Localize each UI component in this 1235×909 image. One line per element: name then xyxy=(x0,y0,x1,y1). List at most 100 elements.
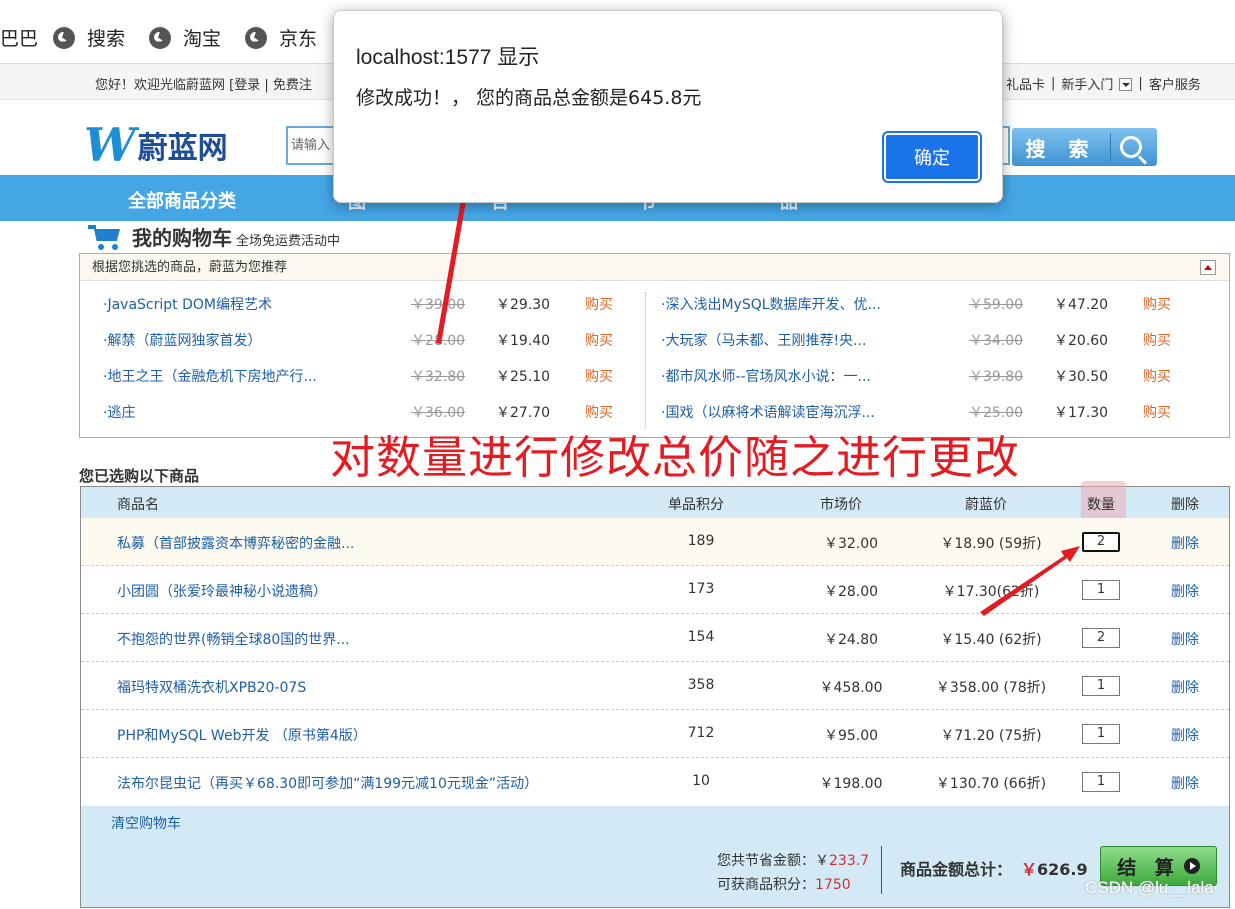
recommend-price: ￥20.60 xyxy=(1054,333,1109,349)
bookmark-search[interactable]: 搜索 xyxy=(53,24,125,51)
recommend-buy-link[interactable]: 购买 xyxy=(585,331,613,351)
savings-line: 您共节省金额：￥233.7 xyxy=(717,850,869,870)
divider xyxy=(881,846,882,894)
search-button[interactable]: 搜 索 xyxy=(1012,128,1157,166)
recommend-price: ￥27.70 xyxy=(496,405,551,421)
delete-link[interactable]: 删除 xyxy=(1171,533,1199,553)
recommend-buy-link[interactable]: 购买 xyxy=(1143,295,1171,315)
dialog-ok-button[interactable]: 确定 xyxy=(882,131,982,183)
bookmark-1[interactable]: 巴巴 xyxy=(0,24,38,51)
recommend-buy-link[interactable]: 购买 xyxy=(585,295,613,315)
delete-link[interactable]: 删除 xyxy=(1171,773,1199,793)
play-arrow-icon xyxy=(1183,858,1200,874)
currency-symbol: ￥ xyxy=(1021,860,1038,879)
recommend-item-name[interactable]: ·大玩家（马未都、王刚推荐!央... xyxy=(661,331,866,351)
newbie-guide-link[interactable]: 新手入门 xyxy=(1061,74,1113,93)
site-logo[interactable]: W 蔚蓝网 xyxy=(84,118,264,172)
weilan-price: ￥358.00 (78折) xyxy=(935,680,1047,696)
recommend-buy-link[interactable]: 购买 xyxy=(585,367,613,387)
cart-row: 法布尔昆虫记（再买￥68.30即可参加“满199元减10元现金”活动） 10 ￥… xyxy=(81,758,1229,806)
recommend-old-price: ￥28.00 xyxy=(411,333,466,349)
weilan-price: ￥130.70 (66折) xyxy=(935,776,1047,792)
cart-row: 小团圆（张爱玲最神秘小说遗稿） 173 ￥28.00 ￥17.30(62折) 1… xyxy=(81,566,1229,614)
product-points: 10 xyxy=(692,773,710,789)
quantity-input[interactable]: 1 xyxy=(1082,580,1120,600)
recommend-item-name[interactable]: ·都市风水师--官场风水小说：一... xyxy=(661,367,871,387)
product-name[interactable]: 私募（首部披露资本博弈秘密的金融... xyxy=(117,533,354,553)
recommend-item-name[interactable]: ·国戏（以麻将术语解读宦海沉浮... xyxy=(661,403,875,423)
cart-row: PHP和MySQL Web开发 （原书第4版） 712 ￥95.00 ￥71.2… xyxy=(81,710,1229,758)
collapse-toggle-icon[interactable] xyxy=(1200,260,1216,275)
globe-icon xyxy=(53,26,75,49)
product-name[interactable]: 不抱怨的世界(畅销全球80国的世界... xyxy=(117,629,350,649)
recommend-item-name[interactable]: ·逃庄 xyxy=(103,403,135,423)
recommend-panel: 根据您挑选的商品，蔚蓝为您推荐 ·JavaScript DOM编程艺术 ￥39.… xyxy=(79,253,1230,438)
header-market: 市场价 xyxy=(820,497,862,513)
weilan-price: ￥17.30(62折) xyxy=(942,584,1040,600)
selected-items-title: 您已选购以下商品 xyxy=(79,467,200,485)
all-categories[interactable]: 全部商品分类 xyxy=(128,187,236,213)
separator: | xyxy=(1051,76,1056,91)
recommend-item: ·都市风水师--官场风水小说：一... ￥39.80 ￥30.50 购买 xyxy=(661,367,1221,387)
bookmark-label: 搜索 xyxy=(87,28,126,50)
quantity-input[interactable]: 1 xyxy=(1082,772,1120,792)
customer-service-link[interactable]: 客户服务 xyxy=(1149,74,1201,93)
cart-footer: 清空购物车 您共节省金额：￥233.7 可获商品积分：1750 商品金额总计： … xyxy=(81,806,1229,907)
product-name[interactable]: 法布尔昆虫记（再买￥68.30即可参加“满199元减10元现金”活动） xyxy=(117,773,538,793)
recommend-item: ·国戏（以麻将术语解读宦海沉浮... ￥25.00 ￥17.30 购买 xyxy=(661,403,1221,423)
bookmark-label: 淘宝 xyxy=(183,28,222,50)
header-delete: 删除 xyxy=(1171,497,1199,513)
quantity-input[interactable]: 1 xyxy=(1082,724,1120,744)
product-name[interactable]: 福玛特双桶洗衣机XPB20-07S xyxy=(117,677,306,697)
savings-label: 您共节省金额：￥ xyxy=(717,853,829,869)
quantity-input[interactable]: 1 xyxy=(1082,676,1120,696)
weilan-price: ￥71.20 (75折) xyxy=(940,728,1042,744)
recommend-buy-link[interactable]: 购买 xyxy=(1143,403,1171,423)
recommend-buy-link[interactable]: 购买 xyxy=(1143,331,1171,351)
cart-header: 我的购物车 全场免运费活动中 xyxy=(88,222,340,251)
product-points: 154 xyxy=(687,629,715,645)
cart-row: 福玛特双桶洗衣机XPB20-07S 358 ￥458.00 ￥358.00 (7… xyxy=(81,662,1229,710)
header-name: 商品名 xyxy=(117,497,159,513)
bookmark-jd[interactable]: 京东 xyxy=(245,24,317,51)
globe-icon xyxy=(245,26,267,49)
quantity-input[interactable]: 2 xyxy=(1082,628,1120,648)
product-points: 173 xyxy=(687,581,715,597)
divider xyxy=(645,292,646,428)
recommend-header-text: 根据您挑选的商品，蔚蓝为您推荐 xyxy=(92,260,288,275)
header-weilan: 蔚蓝价 xyxy=(965,497,1007,513)
recommend-buy-link[interactable]: 购买 xyxy=(585,403,613,423)
recommend-item-name[interactable]: ·深入浅出MySQL数据库开发、优... xyxy=(661,295,881,315)
recommend-item-name[interactable]: ·JavaScript DOM编程艺术 xyxy=(103,295,272,315)
gift-card-link[interactable]: 礼品卡 xyxy=(1006,74,1045,93)
delete-link[interactable]: 删除 xyxy=(1171,677,1199,697)
delete-link[interactable]: 删除 xyxy=(1171,581,1199,601)
delete-link[interactable]: 删除 xyxy=(1171,725,1199,745)
divider xyxy=(1110,133,1111,161)
bookmark-taobao[interactable]: 淘宝 xyxy=(149,24,221,51)
recommend-item: ·深入浅出MySQL数据库开发、优... ￥59.00 ￥47.20 购买 xyxy=(661,295,1221,315)
points-value: 1750 xyxy=(815,877,851,893)
globe-icon xyxy=(149,26,171,49)
quantity-input[interactable]: 2 xyxy=(1082,532,1120,552)
product-name[interactable]: PHP和MySQL Web开发 （原书第4版） xyxy=(117,725,367,745)
watermark: CSDN @lu__lala xyxy=(1085,878,1214,897)
cart-row: 私募（首部披露资本博弈秘密的金融... 189 ￥32.00 ￥18.90 (5… xyxy=(81,518,1229,566)
cart-table: 商品名 单品积分 市场价 蔚蓝价 数量 删除 私募（首部披露资本博弈秘密的金融.… xyxy=(80,481,1230,908)
delete-link[interactable]: 删除 xyxy=(1171,629,1199,649)
header-points: 单品积分 xyxy=(668,497,724,513)
product-name[interactable]: 小团圆（张爱玲最神秘小说遗稿） xyxy=(117,581,327,601)
recommend-price: ￥30.50 xyxy=(1054,369,1109,385)
recommend-item-name[interactable]: ·解禁（蔚蓝网独家首发） xyxy=(103,331,261,351)
recommend-item: ·JavaScript DOM编程艺术 ￥39.00 ￥29.30 购买 xyxy=(103,295,643,315)
dropdown-arrow-icon[interactable] xyxy=(1119,78,1133,91)
recommend-item-name[interactable]: ·地王之王（金融危机下房地产行... xyxy=(103,367,317,387)
top-links: 礼品卡 | 新手入门 | 客户服务 xyxy=(1006,74,1201,93)
clear-cart-link[interactable]: 清空购物车 xyxy=(111,813,181,833)
market-price: ￥28.00 xyxy=(823,584,879,600)
recommend-old-price: ￥39.00 xyxy=(411,297,466,313)
logo-mark: W xyxy=(84,118,136,172)
market-price: ￥458.00 xyxy=(819,680,883,696)
cart-subtitle: 全场免运费活动中 xyxy=(236,234,341,249)
recommend-buy-link[interactable]: 购买 xyxy=(1143,367,1171,387)
